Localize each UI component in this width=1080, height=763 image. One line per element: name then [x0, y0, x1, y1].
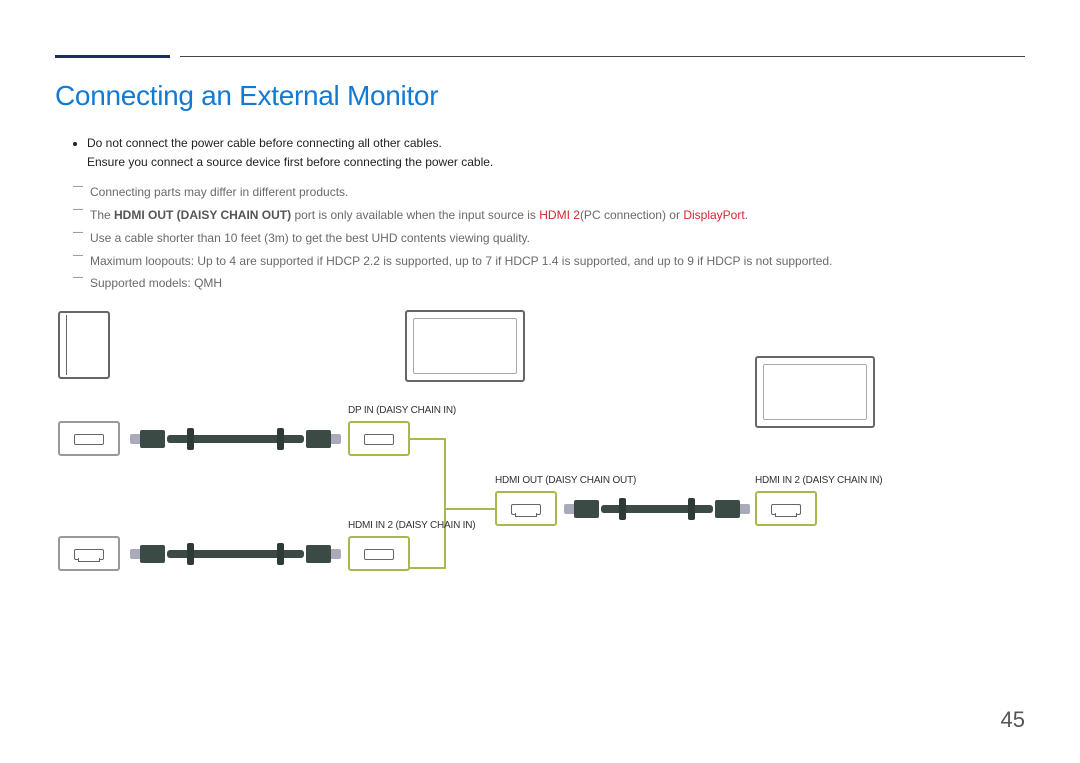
- note-red: HDMI 2: [539, 208, 580, 222]
- header-rule: [55, 55, 1025, 58]
- note-bold: HDMI OUT (DAISY CHAIN OUT): [114, 208, 291, 222]
- note-item: Maximum loopouts: Up to 4 are supported …: [73, 250, 1025, 273]
- port-hdmi-in2-icon: [348, 536, 410, 571]
- note-text: The: [90, 208, 114, 222]
- label-hdmi-in2-b: HDMI IN 2 (DAISY CHAIN IN): [755, 475, 882, 486]
- rule-thick: [55, 55, 170, 58]
- note-text: (PC connection) or: [580, 208, 683, 222]
- note-item: Use a cable shorter than 10 feet (3m) to…: [73, 227, 1025, 250]
- warning-bullets: Do not connect the power cable before co…: [55, 134, 1025, 171]
- hdmi-cable-icon: [167, 550, 304, 558]
- note-item: Supported models: QMH: [73, 272, 1025, 295]
- rule-thin: [180, 56, 1025, 57]
- bullet-text: Do not connect the power cable before co…: [87, 136, 442, 150]
- page-number: 45: [1001, 707, 1025, 733]
- bullet-text: Ensure you connect a source device first…: [87, 155, 493, 169]
- note-text: port is only available when the input so…: [291, 208, 539, 222]
- page-title: Connecting an External Monitor: [55, 80, 1025, 112]
- note-text: .: [745, 208, 748, 222]
- port-dp-out-icon: [58, 421, 120, 456]
- connection-diagram: DP IN (DAISY CHAIN IN) HDMI IN 2 (DAISY …: [55, 311, 1015, 611]
- bullet-item: Do not connect the power cable before co…: [87, 134, 1025, 171]
- connector-line: [444, 438, 446, 569]
- label-hdmi-in2: HDMI IN 2 (DAISY CHAIN IN): [348, 520, 475, 531]
- port-hdmi-in2-icon: [755, 491, 817, 526]
- note-red: DisplayPort: [683, 208, 744, 222]
- note-item: Connecting parts may differ in different…: [73, 181, 1025, 204]
- connector-line: [410, 438, 446, 440]
- note-item: The HDMI OUT (DAISY CHAIN OUT) port is o…: [73, 204, 1025, 227]
- port-hdmi-out-icon: [495, 491, 557, 526]
- dp-cable-icon: [167, 435, 304, 443]
- notes-list: Connecting parts may differ in different…: [55, 181, 1025, 295]
- label-dp-in: DP IN (DAISY CHAIN IN): [348, 405, 456, 416]
- monitor-icon: [755, 356, 875, 428]
- source-device-icon: [58, 311, 110, 379]
- port-hdmi-out-icon: [58, 536, 120, 571]
- hdmi-cable-icon: [601, 505, 713, 513]
- label-hdmi-out: HDMI OUT (DAISY CHAIN OUT): [495, 475, 636, 486]
- connector-line: [410, 567, 446, 569]
- monitor-icon: [405, 310, 525, 382]
- port-dp-in-icon: [348, 421, 410, 456]
- connector-line: [444, 508, 495, 510]
